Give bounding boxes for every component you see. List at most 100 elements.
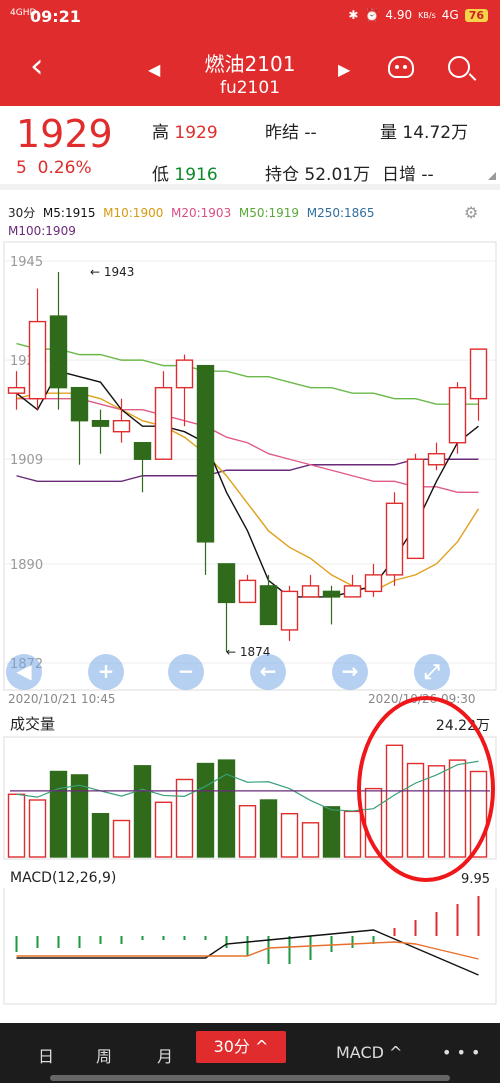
volume-bar xyxy=(91,812,110,858)
volume-field: 量 14.72万 xyxy=(380,118,468,143)
candle-body xyxy=(91,419,110,427)
volume-bar xyxy=(301,822,320,858)
zoom-in-icon[interactable]: + xyxy=(88,654,124,690)
volume-bar xyxy=(259,799,278,858)
volume-bar xyxy=(280,812,299,858)
candle-body xyxy=(196,364,215,543)
tab-week[interactable]: 周 xyxy=(96,1043,112,1067)
prev-settle-field: 昨结 -- xyxy=(265,118,317,143)
volume-label: 量 xyxy=(380,123,397,143)
candle-body xyxy=(385,502,404,576)
ma50-legend: M50:1919 xyxy=(238,206,300,220)
low-field: 低 1916 xyxy=(152,160,218,185)
candle-body xyxy=(28,320,47,400)
high-value: 1929 xyxy=(174,123,218,143)
high-label: 高 xyxy=(152,123,169,143)
net-type: 4G xyxy=(441,8,459,22)
macd-chart[interactable] xyxy=(0,888,500,1008)
ma20-legend: M20:1903 xyxy=(171,206,232,220)
candle-body xyxy=(49,315,68,389)
nav-bar: ‹ ◀ 燃油2101 fu2101 ▶ xyxy=(0,36,500,106)
daily-increase-field: 日增 -- xyxy=(382,160,434,185)
candle-body xyxy=(448,386,467,444)
candle-body xyxy=(154,386,173,460)
net-unit: KB/s xyxy=(418,10,436,20)
candle-body xyxy=(7,386,26,394)
price-change: 5 0.26% xyxy=(16,158,92,178)
clock: 09:21 xyxy=(30,7,81,26)
daily-increase-value: -- xyxy=(421,165,434,185)
candle-body xyxy=(175,359,194,389)
zoom-out-icon[interactable]: − xyxy=(168,654,204,690)
candle-body xyxy=(238,579,257,604)
quote-panel: 1929 5 0.26% 高 1929 低 1916 昨结 -- 持仓 52.0… xyxy=(0,106,500,190)
ma-legend-row: 30分 M5:1915 M10:1900 M20:1903 M50:1919 M… xyxy=(8,204,375,221)
candle-body xyxy=(427,453,446,466)
candle-body xyxy=(280,590,299,631)
macd-panel-value: 9.95 xyxy=(461,872,490,887)
volume-bar xyxy=(238,804,257,858)
time-start: 2020/10/21 10:45 xyxy=(8,692,116,706)
tab-indicator-macd[interactable]: MACD ^ xyxy=(336,1043,402,1062)
zoom-toolbar: ◀ + − ← → ⤢ xyxy=(0,652,500,692)
open-interest-label: 持仓 xyxy=(265,165,299,185)
candlestick-chart[interactable]: 19451927190918901872← 1943← 1874 xyxy=(0,240,500,692)
fullscreen-icon[interactable]: ⤢ xyxy=(414,654,450,690)
candle-body xyxy=(364,574,383,593)
robot-icon[interactable] xyxy=(388,56,414,78)
volume-bar xyxy=(154,801,173,858)
low-label: 低 xyxy=(152,165,169,185)
contract-name: 燃油2101 xyxy=(204,52,296,76)
bluetooth-icon: ✱ xyxy=(348,8,359,22)
volume-panel-title: 成交量 xyxy=(10,715,56,733)
high-annotation: ← 1943 xyxy=(90,265,134,279)
candle-body xyxy=(112,419,131,433)
period-label[interactable]: 30分 xyxy=(8,206,35,220)
pan-left-icon[interactable]: ← xyxy=(250,654,286,690)
net-speed: 4.90 xyxy=(385,8,413,22)
volume-bar xyxy=(28,799,47,858)
candle-body xyxy=(406,458,425,560)
tab-period-30min[interactable]: 30分 ^ xyxy=(196,1031,286,1063)
candle-body xyxy=(70,386,89,422)
open-interest-value: 52.01万 xyxy=(304,165,371,185)
search-icon[interactable] xyxy=(448,56,470,78)
candle-body xyxy=(469,348,488,400)
candle-body xyxy=(343,585,362,598)
contract-code: fu2101 xyxy=(219,78,281,98)
candle-body xyxy=(133,442,152,460)
tab-day[interactable]: 日 xyxy=(38,1043,54,1067)
candle-body xyxy=(301,585,320,598)
rewind-icon[interactable]: ◀ xyxy=(6,654,42,690)
home-indicator xyxy=(50,1075,450,1081)
volume-bar xyxy=(196,762,215,858)
ma100-legend: M100:1909 xyxy=(8,224,76,238)
bottom-tab-bar: 日 周 月 30分 ^ MACD ^ • • • xyxy=(0,1023,500,1083)
volume-bar xyxy=(112,819,131,858)
change-value: 5 xyxy=(16,158,27,178)
tab-month[interactable]: 月 xyxy=(157,1043,173,1067)
volume-bar xyxy=(133,765,152,858)
gear-icon[interactable]: ⚙ xyxy=(464,203,478,222)
prev-settle-value: -- xyxy=(304,123,317,143)
battery-icon: 76 xyxy=(464,8,488,22)
macd-panel-title: MACD(12,26,9) xyxy=(10,870,117,886)
volume-bar xyxy=(7,793,26,858)
pan-right-icon[interactable]: → xyxy=(332,654,368,690)
y-tick-label: 1945 xyxy=(10,255,43,270)
open-interest-field: 持仓 52.01万 xyxy=(265,160,370,185)
volume-bar xyxy=(322,806,341,858)
change-percent: 0.26% xyxy=(37,158,92,178)
y-tick-label: 1909 xyxy=(10,453,43,468)
ma5-legend: M5:1915 xyxy=(42,206,96,220)
next-contract-icon[interactable]: ▶ xyxy=(338,60,350,79)
more-icon[interactable]: • • • xyxy=(442,1043,480,1062)
candle-body xyxy=(217,563,236,604)
high-field: 高 1929 xyxy=(152,118,218,143)
volume-value: 14.72万 xyxy=(402,123,469,143)
expand-corner-icon[interactable] xyxy=(488,172,496,180)
ma10-legend: M10:1900 xyxy=(103,206,164,220)
candle-body xyxy=(259,585,278,626)
ma250-legend: M250:1865 xyxy=(306,206,375,220)
alarm-icon: ⏰ xyxy=(364,8,380,22)
